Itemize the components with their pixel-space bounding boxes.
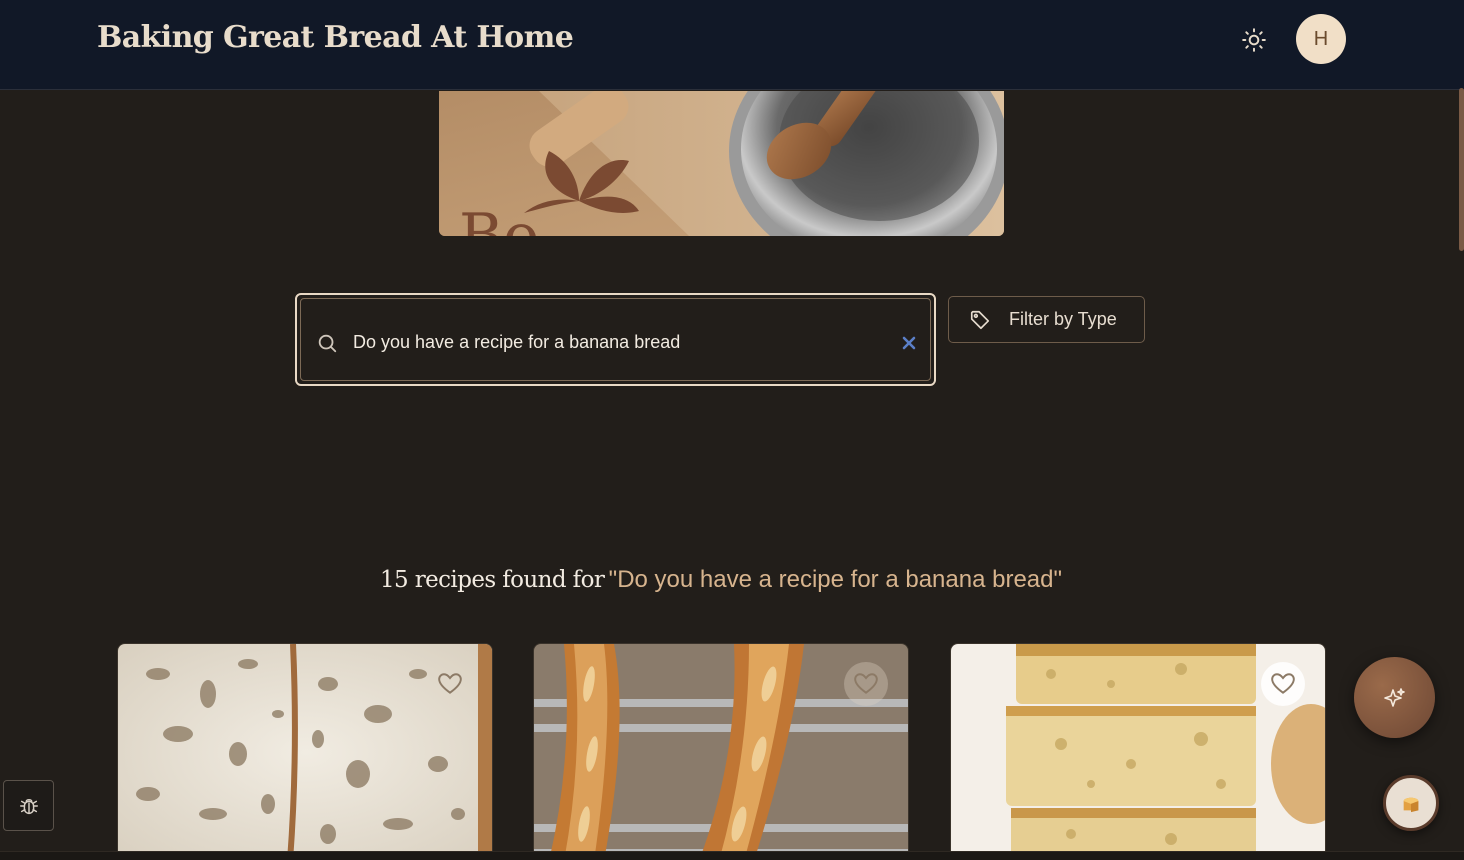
hero-banner-image: Bo (439, 91, 1004, 236)
results-heading: 15 recipes found for "Do you have a reci… (0, 566, 1442, 594)
bread-icon (1403, 797, 1419, 813)
search-icon (318, 334, 337, 353)
favorite-button[interactable] (1261, 662, 1305, 706)
theme-toggle-button[interactable] (1236, 22, 1272, 58)
tag-icon (970, 310, 990, 329)
filter-by-type-button[interactable]: Filter by Type (948, 296, 1145, 343)
heart-icon (1271, 673, 1295, 694)
clear-search-button[interactable] (899, 333, 919, 353)
scrollbar-thumb[interactable] (1459, 88, 1464, 251)
app-header: Baking Great Bread At Home H (0, 0, 1464, 90)
heart-icon (854, 673, 878, 694)
sun-icon (1242, 28, 1266, 52)
app-title[interactable]: Baking Great Bread At Home (97, 20, 574, 55)
favorite-button[interactable] (844, 662, 888, 706)
favorite-button[interactable] (428, 662, 472, 706)
svg-text:Bo: Bo (459, 201, 539, 236)
recipe-card[interactable] (533, 643, 909, 860)
debug-button[interactable] (3, 780, 54, 831)
results-query: "Do you have a recipe for a banana bread… (608, 566, 1063, 593)
search-box (295, 293, 936, 386)
bottom-edge (0, 851, 1464, 860)
sparkles-icon (1383, 687, 1405, 707)
user-avatar[interactable]: H (1296, 14, 1346, 64)
search-input[interactable] (351, 323, 891, 361)
results-count: 15 recipes found for (379, 567, 605, 593)
heart-icon (438, 673, 462, 694)
close-icon (902, 336, 916, 350)
search-field-container (300, 298, 931, 381)
ai-assistant-button[interactable] (1354, 657, 1435, 738)
filter-button-label: Filter by Type (1009, 309, 1117, 329)
recipe-card[interactable] (950, 643, 1326, 860)
bread-assistant-button[interactable] (1383, 775, 1439, 831)
bug-icon (19, 798, 38, 814)
recipe-card[interactable] (117, 643, 493, 860)
